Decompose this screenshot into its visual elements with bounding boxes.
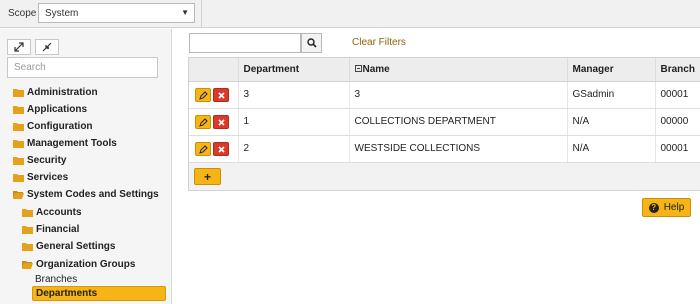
cell-branch: 00000 <box>655 108 700 136</box>
tree-item-departments[interactable]: Departments <box>32 286 166 301</box>
close-icon <box>218 118 225 126</box>
column-header-name[interactable]: Name <box>349 58 568 82</box>
delete-button[interactable] <box>213 87 229 102</box>
column-header-branch[interactable]: Branch <box>655 58 700 82</box>
tree-item-administration[interactable]: Administration <box>13 85 98 99</box>
folder-icon <box>13 122 24 131</box>
actions-column-header <box>189 58 239 82</box>
cell-manager: GSadmin <box>567 81 656 109</box>
cell-name: 3 <box>349 81 568 109</box>
tree-item-management-tools[interactable]: Management Tools <box>13 136 117 150</box>
cell-name: COLLECTIONS DEPARTMENT <box>349 108 568 136</box>
tree-item-system-codes-and-settings[interactable]: System Codes and Settings <box>13 187 159 201</box>
search-button[interactable] <box>301 33 322 53</box>
tree-item-branches[interactable]: Branches <box>35 274 77 285</box>
tree-item-security[interactable]: Security <box>13 153 66 167</box>
edit-icon <box>199 117 208 127</box>
folder-icon <box>13 173 24 182</box>
expand-all-button[interactable] <box>7 39 31 55</box>
tree-item-label: System Codes and Settings <box>27 188 159 200</box>
table-row: 3 3 GSadmin 00001 <box>189 81 700 109</box>
divider <box>201 0 202 28</box>
edit-button[interactable] <box>195 87 211 102</box>
search-icon <box>306 38 317 48</box>
tree-item-label: Accounts <box>36 206 82 218</box>
column-header-department[interactable]: Department <box>238 58 350 82</box>
departments-grid: Department Name Manager Branch 3 3 GSadm… <box>188 57 700 191</box>
folder-open-icon <box>22 260 33 269</box>
cell-department: 1 <box>238 108 350 136</box>
edit-button[interactable] <box>195 114 211 129</box>
sidebar: Administration Applications Configuratio… <box>0 29 172 304</box>
close-icon <box>218 91 225 99</box>
tree-item-label: Applications <box>27 103 88 115</box>
cell-manager: N/A <box>567 108 656 136</box>
tree-item-configuration[interactable]: Configuration <box>13 119 93 133</box>
tree-item-services[interactable]: Services <box>13 170 68 184</box>
cell-department: 3 <box>238 81 350 109</box>
scope-value: System <box>45 8 79 19</box>
scope-select[interactable]: System ▼ <box>38 3 195 23</box>
folder-icon <box>22 225 33 234</box>
cell-name: WESTSIDE COLLECTIONS <box>349 135 568 163</box>
sort-icon <box>354 64 362 72</box>
edit-icon <box>199 90 208 100</box>
row-actions <box>189 135 239 163</box>
edit-icon <box>199 144 208 154</box>
folder-icon <box>13 105 24 114</box>
grid-header-row: Department Name Manager Branch <box>189 58 700 82</box>
help-icon: ? <box>648 202 659 213</box>
column-header-manager[interactable]: Manager <box>567 58 656 82</box>
table-row: 1 COLLECTIONS DEPARTMENT N/A 00000 <box>189 108 700 136</box>
cell-manager: N/A <box>567 135 656 163</box>
cell-department: 2 <box>238 135 350 163</box>
tree-item-label: Configuration <box>27 120 93 132</box>
close-icon <box>218 145 225 153</box>
tree-item-general-settings[interactable]: General Settings <box>22 239 115 253</box>
cell-branch: 00001 <box>655 81 700 109</box>
folder-icon <box>22 208 33 217</box>
grid-search-input[interactable] <box>189 33 301 53</box>
chevron-down-icon: ▼ <box>181 8 189 17</box>
scope-label: Scope <box>8 8 37 19</box>
edit-button[interactable] <box>195 141 211 156</box>
cell-branch: 00001 <box>655 135 700 163</box>
tree-item-label: Administration <box>27 86 98 98</box>
tree-item-applications[interactable]: Applications <box>13 102 87 116</box>
scope-bar: Scope System ▼ <box>0 0 700 28</box>
tree-item-label: Organization Groups <box>36 258 136 270</box>
folder-icon <box>13 88 24 97</box>
folder-open-icon <box>13 190 24 199</box>
tree-item-financial[interactable]: Financial <box>22 222 79 236</box>
table-row: 2 WESTSIDE COLLECTIONS N/A 00001 <box>189 135 700 163</box>
delete-button[interactable] <box>213 114 229 129</box>
tree-item-label: Services <box>27 171 69 183</box>
expand-icon <box>14 42 24 52</box>
add-button[interactable]: + <box>194 168 221 185</box>
tree-item-label: General Settings <box>36 240 116 252</box>
help-button[interactable]: ? Help <box>642 198 691 217</box>
tree-item-label: Management Tools <box>27 137 117 149</box>
help-label: Help <box>663 202 685 213</box>
collapse-all-button[interactable] <box>35 39 59 55</box>
collapse-icon <box>42 42 52 52</box>
tree-item-label: Security <box>27 154 67 166</box>
row-actions <box>189 108 239 136</box>
row-actions <box>189 81 239 109</box>
tree-item-label: Financial <box>36 223 80 235</box>
folder-icon <box>13 139 24 148</box>
folder-icon <box>22 242 33 251</box>
tree-item-organization-groups[interactable]: Organization Groups <box>22 257 135 271</box>
clear-filters-link[interactable]: Clear Filters <box>352 37 406 48</box>
sidebar-search-input[interactable] <box>7 57 158 78</box>
folder-icon <box>13 156 24 165</box>
tree-item-accounts[interactable]: Accounts <box>22 205 82 219</box>
delete-button[interactable] <box>213 141 229 156</box>
column-header-label: Name <box>362 63 390 75</box>
